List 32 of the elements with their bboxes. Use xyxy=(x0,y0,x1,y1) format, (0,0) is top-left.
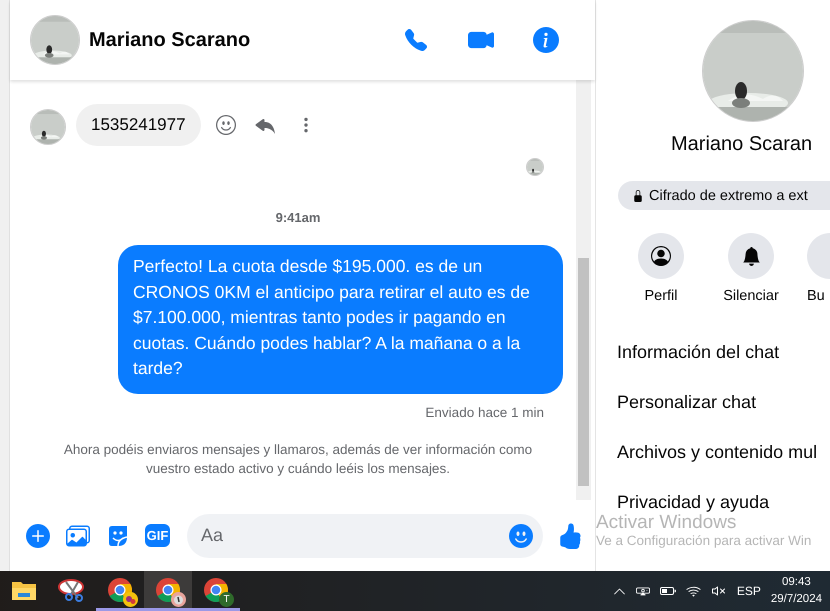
message-input[interactable]: Aa xyxy=(187,514,543,558)
menu-item[interactable]: Personalizar chat xyxy=(617,391,830,413)
person-icon xyxy=(651,246,671,266)
sent-status: Enviado hace 1 min xyxy=(424,404,545,420)
taskbar-app[interactable]: T xyxy=(192,571,240,611)
menu-item[interactable]: Información del chat xyxy=(617,341,830,363)
info-notice: Ahora podéis enviaros mensajes y llamaros, además de ver información como vuestro estado activo y cuándo leéis los mensajes. xyxy=(62,440,534,478)
message-bubble: Perfecto! La cuota desde $195.000. es de un CRONOS 0KM el anticipo para retirar el auto es de $7.100.000, mientras tanto podes ir pagando en cuotas. Cuándo podes hablar? A la mañana o a la tarde? xyxy=(118,245,563,394)
scrollbar[interactable] xyxy=(576,80,591,500)
menu-item[interactable]: Privacidad y ayuda xyxy=(617,491,830,513)
contact-name: Mariano Scarano xyxy=(89,28,252,52)
profile-action[interactable]: Perfil xyxy=(616,233,706,304)
menu-item[interactable]: Archivos y contenido mul xyxy=(617,441,830,463)
clock-date[interactable]: 29/7/2024 xyxy=(770,591,822,608)
language-indicator[interactable]: ESP xyxy=(736,584,761,598)
message-bubble: 1535241977 xyxy=(76,104,201,146)
profile-action[interactable]: Silenciar xyxy=(706,233,796,304)
profile-badge-icon xyxy=(123,592,138,606)
gif-button[interactable]: GIF xyxy=(145,524,170,547)
emoji-icon[interactable] xyxy=(509,524,533,548)
activation-title: Activar Windows xyxy=(596,513,738,533)
profile-badge-icon xyxy=(171,592,186,606)
taskbar-app[interactable] xyxy=(144,571,192,611)
contact-name: Mariano Scaran xyxy=(671,133,814,156)
clock-time[interactable]: 09:43 xyxy=(782,574,811,591)
encryption-badge[interactable]: Cifrado de extremo a ext xyxy=(618,181,830,210)
bell-icon xyxy=(742,246,760,266)
timestamp: 9:41am xyxy=(274,210,322,225)
activation-text: Ve a Configuración para activar Win xyxy=(596,533,812,549)
scissors-icon xyxy=(58,578,86,602)
folder-icon xyxy=(12,580,36,600)
profile-badge: T xyxy=(219,592,234,606)
